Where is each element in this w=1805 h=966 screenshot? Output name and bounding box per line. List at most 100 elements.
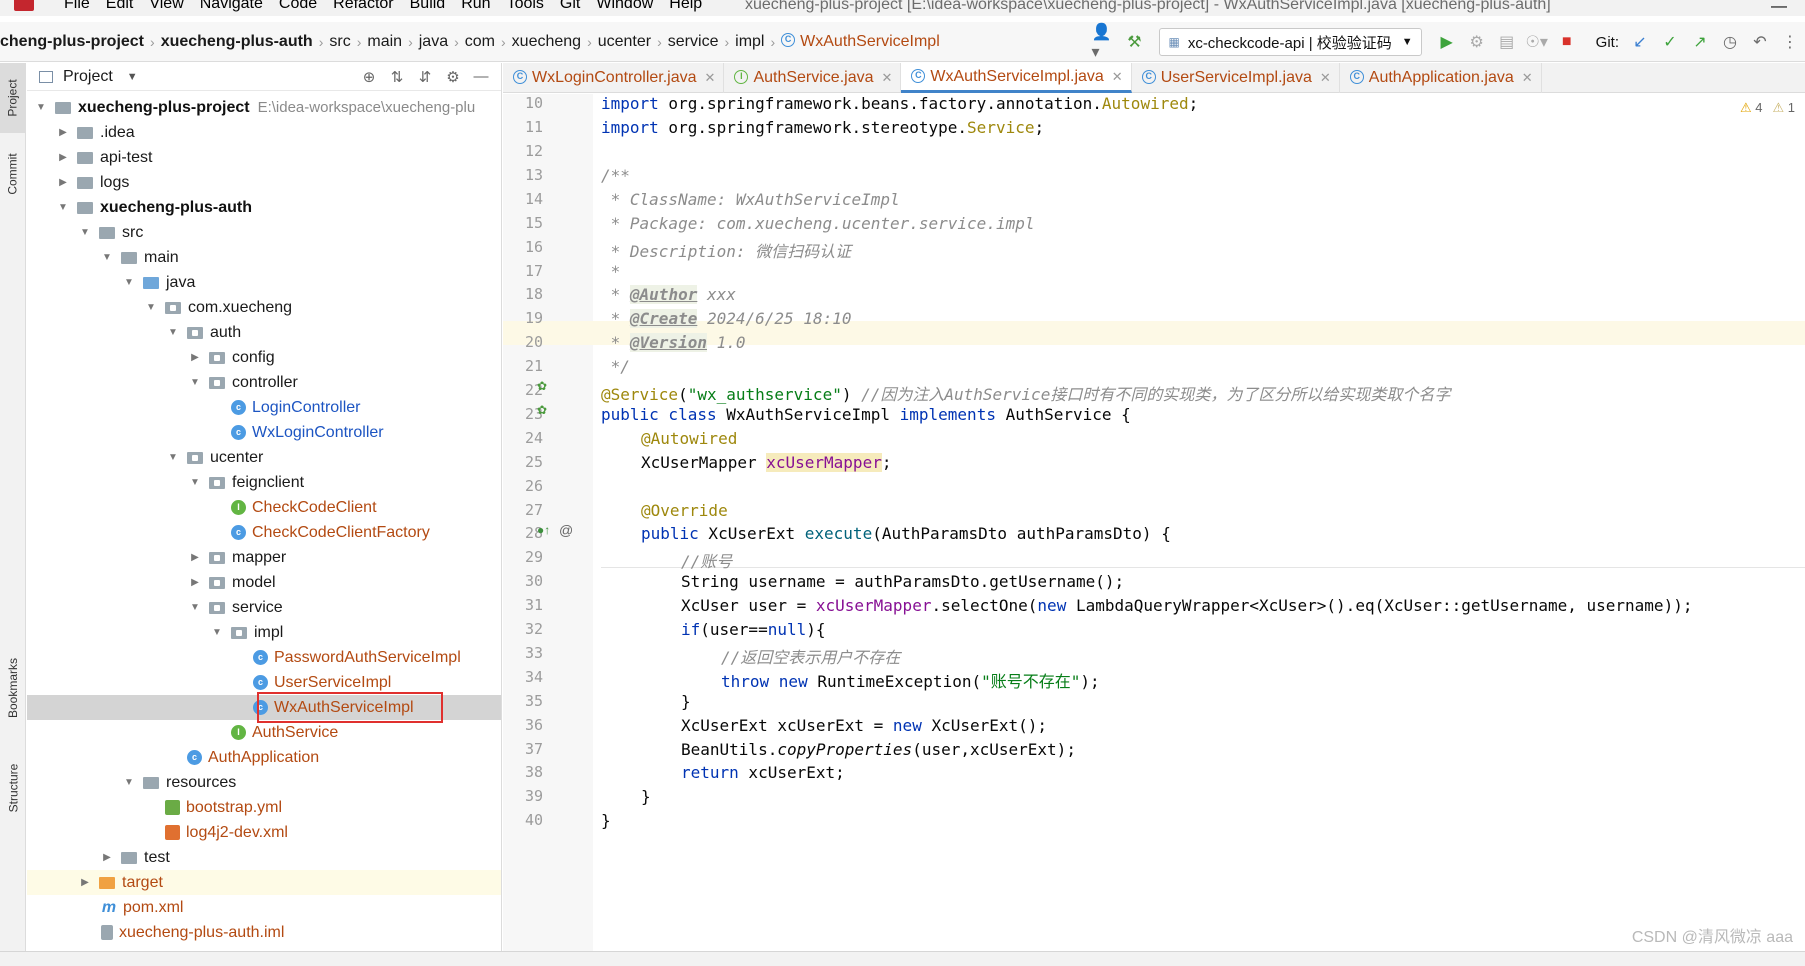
menu-build[interactable]: Build bbox=[402, 0, 454, 12]
run-icon[interactable]: ▶ bbox=[1434, 29, 1460, 55]
menu-file[interactable]: File bbox=[56, 0, 98, 12]
tree-item-check-code-client-factory[interactable]: c CheckCodeClientFactory bbox=[27, 520, 501, 545]
line-number: 36 bbox=[524, 716, 543, 734]
project-tool-button[interactable]: Project bbox=[0, 63, 26, 133]
rollback-icon[interactable]: ↶ bbox=[1747, 29, 1773, 55]
bookmarks-tool-button[interactable]: Bookmarks bbox=[0, 643, 26, 733]
tree-item-model[interactable]: ▶ model bbox=[27, 570, 501, 595]
spring-bean-icon[interactable]: ✿ bbox=[537, 379, 547, 393]
tree-item-auth-iml[interactable]: xuecheng-plus-auth.iml bbox=[27, 920, 501, 945]
tree-item-idea[interactable]: ▶ .idea bbox=[27, 120, 501, 145]
close-icon[interactable]: ✕ bbox=[1522, 70, 1533, 86]
tree-item-resources[interactable]: ▼ resources bbox=[27, 770, 501, 795]
code-line: throw new RuntimeException("账号不存在"); bbox=[721, 672, 1100, 691]
tree-item-test[interactable]: ▶ test bbox=[27, 845, 501, 870]
expand-all-icon[interactable]: ⇅ bbox=[383, 68, 411, 86]
breadcrumb-main[interactable]: main bbox=[361, 33, 408, 51]
breadcrumb-impl[interactable]: impl bbox=[729, 33, 770, 51]
structure-tool-button[interactable]: Structure bbox=[0, 743, 26, 833]
tree-item-target[interactable]: ▶ target bbox=[27, 870, 501, 895]
tree-item-api-test[interactable]: ▶ api-test bbox=[27, 145, 501, 170]
tree-item-ucenter[interactable]: ▼ ucenter bbox=[27, 445, 501, 470]
tab-wx-login-controller[interactable]: C WxLoginController.java ✕ bbox=[503, 63, 725, 93]
project-view-select[interactable]: Project ▼ bbox=[39, 68, 138, 86]
inspection-widget[interactable]: ⚠ 4 ⚠ 1 bbox=[1740, 100, 1795, 116]
gear-icon[interactable]: ⚙ bbox=[439, 68, 467, 86]
menu-run[interactable]: Run bbox=[453, 0, 498, 12]
breadcrumb-service[interactable]: service bbox=[662, 33, 725, 51]
close-icon[interactable]: ✕ bbox=[705, 70, 716, 86]
debug-icon[interactable]: ⚙ bbox=[1464, 29, 1490, 55]
tree-item-controller[interactable]: ▼ controller bbox=[27, 370, 501, 395]
run-configuration-select[interactable]: ▦ xc-checkcode-api | 校验验证码 ▼ bbox=[1159, 28, 1422, 56]
user-icon[interactable]: 👤▾ bbox=[1091, 24, 1117, 61]
tree-item-check-code-client[interactable]: I CheckCodeClient bbox=[27, 495, 501, 520]
commit-tool-button[interactable]: Commit bbox=[0, 139, 26, 209]
tab-auth-service[interactable]: I AuthService.java ✕ bbox=[724, 63, 902, 93]
tree-item-wx-auth-service-impl[interactable]: c WxAuthServiceImpl bbox=[27, 695, 501, 720]
menu-help[interactable]: Help bbox=[661, 0, 710, 12]
menu-git[interactable]: Git bbox=[552, 0, 588, 12]
tree-item-password-auth-service-impl[interactable]: c PasswordAuthServiceImpl bbox=[27, 645, 501, 670]
tab-wx-auth-service-impl[interactable]: C WxAuthServiceImpl.java ✕ bbox=[901, 63, 1132, 93]
breadcrumb-project[interactable]: cheng-plus-project bbox=[0, 33, 150, 51]
close-icon[interactable]: ✕ bbox=[1320, 70, 1331, 86]
tree-item-feignclient[interactable]: ▼ feignclient bbox=[27, 470, 501, 495]
git-update-icon[interactable]: ↙ bbox=[1627, 29, 1653, 55]
spring-bean-icon[interactable]: ✿ bbox=[537, 403, 547, 417]
tree-item-auth-module[interactable]: ▼ xuecheng-plus-auth bbox=[27, 195, 501, 220]
menu-edit[interactable]: Edit bbox=[98, 0, 142, 12]
coverage-icon[interactable]: ▤ bbox=[1494, 29, 1520, 55]
tree-item-wx-login-controller[interactable]: c WxLoginController bbox=[27, 420, 501, 445]
profile-icon[interactable]: ☉▾ bbox=[1524, 29, 1550, 55]
menu-window[interactable]: Window bbox=[588, 0, 661, 12]
history-icon[interactable]: ◷ bbox=[1717, 29, 1743, 55]
tree-item-log4j2-dev-xml[interactable]: log4j2-dev.xml bbox=[27, 820, 501, 845]
tree-item-config[interactable]: ▶ config bbox=[27, 345, 501, 370]
close-icon[interactable]: ✕ bbox=[1112, 69, 1123, 85]
breadcrumb-module[interactable]: xuecheng-plus-auth bbox=[155, 33, 319, 51]
menu-view[interactable]: View bbox=[141, 0, 191, 12]
tree-item-auth[interactable]: ▼ auth bbox=[27, 320, 501, 345]
breadcrumb-xuecheng[interactable]: xuecheng bbox=[506, 33, 587, 51]
tree-item-auth-service[interactable]: I AuthService bbox=[27, 720, 501, 745]
menu-tools[interactable]: Tools bbox=[499, 0, 552, 12]
breadcrumb-com[interactable]: com bbox=[459, 33, 501, 51]
tree-item-logs[interactable]: ▶ logs bbox=[27, 170, 501, 195]
hide-icon[interactable]: — bbox=[467, 68, 495, 85]
tree-item-java[interactable]: ▼ java bbox=[27, 270, 501, 295]
close-icon[interactable]: ✕ bbox=[882, 70, 893, 86]
hammer-icon[interactable]: ⚒ bbox=[1121, 29, 1147, 55]
tree-item-mapper[interactable]: ▶ mapper bbox=[27, 545, 501, 570]
minimize-button[interactable]: — bbox=[1771, 0, 1787, 16]
tree-item-auth-application[interactable]: c AuthApplication bbox=[27, 745, 501, 770]
stop-icon[interactable]: ■ bbox=[1554, 29, 1580, 55]
collapse-all-icon[interactable]: ⇵ bbox=[411, 68, 439, 86]
implements-method-icon[interactable]: ●↑ bbox=[537, 523, 550, 537]
breadcrumb-ucenter[interactable]: ucenter bbox=[592, 33, 657, 51]
tree-item-pom-xml[interactable]: m pom.xml bbox=[27, 895, 501, 920]
more-icon[interactable]: ⋮ bbox=[1777, 29, 1803, 55]
git-commit-icon[interactable]: ✓ bbox=[1657, 29, 1683, 55]
override-annotation-icon[interactable]: @ bbox=[559, 522, 573, 538]
tree-item-bootstrap-yml[interactable]: bootstrap.yml bbox=[27, 795, 501, 820]
tree-item-main[interactable]: ▼ main bbox=[27, 245, 501, 270]
breadcrumb-class[interactable]: C WxAuthServiceImpl bbox=[775, 33, 946, 51]
tab-auth-application[interactable]: C AuthApplication.java ✕ bbox=[1340, 63, 1542, 93]
locate-icon[interactable]: ⊕ bbox=[355, 68, 383, 86]
menu-refactor[interactable]: Refactor bbox=[325, 0, 401, 12]
git-push-icon[interactable]: ↗ bbox=[1687, 29, 1713, 55]
tree-item-impl[interactable]: ▼ impl bbox=[27, 620, 501, 645]
tree-item-src[interactable]: ▼ src bbox=[27, 220, 501, 245]
tree-item-service[interactable]: ▼ service bbox=[27, 595, 501, 620]
menu-code[interactable]: Code bbox=[271, 0, 325, 12]
tree-item-com-xuecheng[interactable]: ▼ com.xuecheng bbox=[27, 295, 501, 320]
breadcrumb-src[interactable]: src bbox=[323, 33, 356, 51]
code-editor[interactable]: ⚠ 4 ⚠ 1 10 11 12 13 14 15 16 17 18 19 20… bbox=[503, 94, 1805, 951]
tree-item-login-controller[interactable]: c LoginController bbox=[27, 395, 501, 420]
tree-item-root[interactable]: ▼ xuecheng-plus-project E:\idea-workspac… bbox=[27, 95, 501, 120]
tree-item-user-service-impl[interactable]: c UserServiceImpl bbox=[27, 670, 501, 695]
tab-user-service-impl[interactable]: C UserServiceImpl.java ✕ bbox=[1132, 63, 1340, 93]
breadcrumb-java[interactable]: java bbox=[413, 33, 454, 51]
menu-navigate[interactable]: Navigate bbox=[192, 0, 271, 12]
